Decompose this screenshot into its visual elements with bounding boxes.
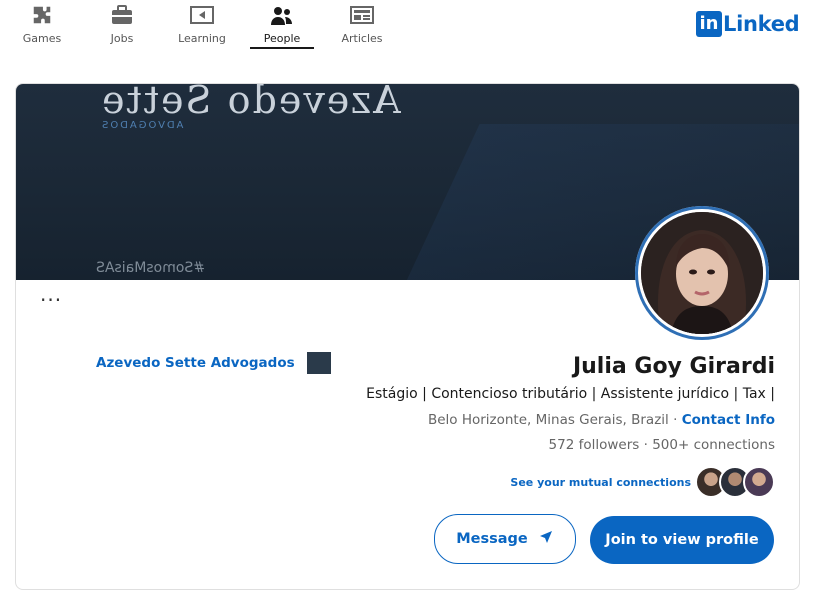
profile-location: Belo Horizonte, Minas Gerais, Brazil [427,412,669,428]
briefcase-icon [90,4,154,28]
message-button-label: Message [456,531,528,547]
more-options-button[interactable]: ··· [40,290,68,314]
nav-item-articles[interactable]: Articles [330,4,394,48]
company-logo [306,352,331,374]
stats-row: 572 followers · 500+ connections [549,437,775,453]
contact-info-link[interactable]: Contact Info [682,412,775,428]
nav-item-learning-label: Learning [178,32,226,45]
video-icon [170,4,234,28]
nav-item-games-label: Games [22,32,62,45]
mutual-avatar [743,466,775,498]
message-button[interactable]: Message [434,514,576,564]
nav-item-articles-label: Articles [341,32,383,45]
linkedin-logo-word: Linked [723,12,800,36]
active-tab-indicator [250,47,314,49]
banner-subtitle: ADVOGADOS [100,120,184,131]
mutual-avatars [695,466,775,498]
current-company[interactable]: Azevedo Sette Advogados [96,352,331,374]
profile-card: Azevedo Sette ADVOGADOS #SomosMaisAS ···… [15,83,800,590]
linkedin-logo-box: in [696,11,722,37]
nav-item-games[interactable]: Games [10,4,74,48]
mutual-connections-label: See your mutual connections [510,475,691,489]
nav-item-people-label: People [263,32,301,45]
profile-photo [641,212,763,334]
send-icon [538,529,554,549]
linkedin-logo[interactable]: in Linked [696,11,800,37]
people-icon [250,4,314,28]
banner-handle: #SomosMaisAS [96,260,205,276]
separator-dot: · [673,412,682,428]
company-name: Azevedo Sette Advogados [96,355,295,371]
profile-avatar [635,206,769,340]
profile-name: Julia Goy Girardi [572,354,775,379]
followers-count: 572 followers [548,437,640,453]
nav-item-learning[interactable]: Learning [170,4,234,48]
nav-item-jobs[interactable]: Jobs [90,4,154,48]
join-to-view-profile-button[interactable]: Join to view profile [590,516,774,564]
connections-count: 500+ connections [652,437,775,453]
mutual-connections-link[interactable]: See your mutual connections [510,466,775,498]
top-navigation: Games Jobs Learning People Articles in L… [0,0,814,58]
location-row: Belo Horizonte, Minas Gerais, Brazil · C… [428,412,775,428]
banner-title: Azevedo Sette [100,84,401,122]
profile-headline: Estágio | Contencioso tributário | Assis… [366,386,775,402]
nav-item-people[interactable]: People [250,4,314,48]
nav-item-jobs-label: Jobs [110,32,134,45]
puzzle-icon [10,4,74,28]
article-icon [330,4,394,28]
separator-dot: · [643,437,653,453]
